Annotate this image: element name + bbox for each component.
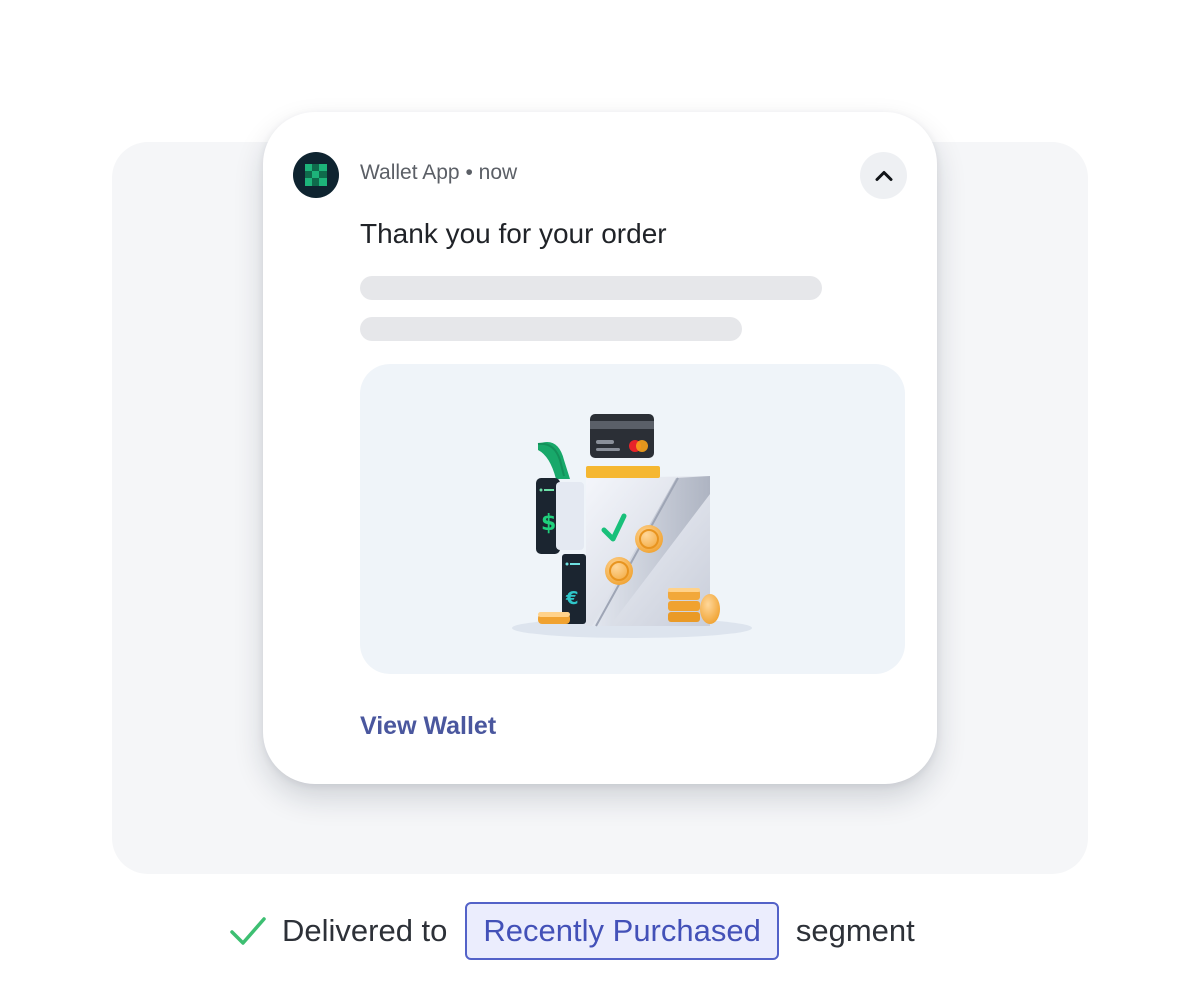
notification-image: $ € — [360, 364, 905, 674]
segment-chip[interactable]: Recently Purchased — [465, 902, 779, 960]
notification-title: Thank you for your order — [360, 218, 667, 249]
header-separator: • — [465, 161, 473, 184]
svg-text:€: € — [565, 588, 579, 609]
notification-header: Wallet App • now — [360, 161, 517, 185]
view-wallet-button[interactable]: View Wallet — [360, 712, 496, 741]
status-suffix: segment — [795, 913, 915, 948]
delivery-status: Delivered to Recently Purchased segment — [228, 902, 915, 960]
checkered-square-icon — [305, 164, 327, 186]
wallet-payment-illustration: $ € — [512, 414, 752, 638]
app-icon — [293, 152, 339, 198]
chevron-up-icon — [875, 170, 892, 181]
status-prefix: Delivered to — [282, 913, 448, 948]
stage: Wallet App • now Thank you for your orde… — [0, 0, 1200, 1000]
collapse-button[interactable] — [860, 152, 907, 199]
app-name: Wallet App — [360, 161, 460, 184]
svg-text:$: $ — [541, 511, 556, 536]
notification-timestamp: now — [478, 161, 518, 184]
body-placeholder-line — [360, 317, 742, 341]
check-icon — [230, 917, 266, 945]
notification-card[interactable]: Wallet App • now Thank you for your orde… — [263, 112, 937, 784]
body-placeholder-line — [360, 276, 822, 300]
